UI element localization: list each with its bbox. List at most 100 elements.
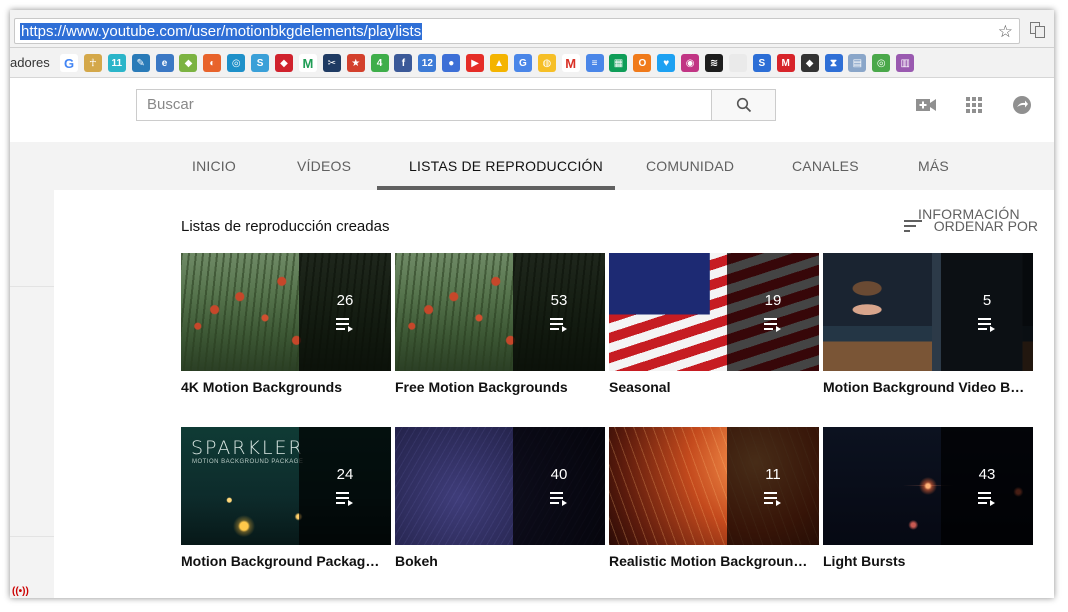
printer-icon[interactable]: ▤ (848, 54, 867, 72)
sort-icon (903, 220, 922, 232)
hourglass-icon[interactable]: ⧗ (824, 54, 843, 72)
playlist-card[interactable]: 19 Seasonal (609, 253, 819, 395)
orange-app-icon[interactable]: ◐ (203, 54, 222, 72)
playlist-queue-icon (550, 318, 567, 332)
thumbnail-subtitle-text: MOTION BACKGROUND PACKAGE (192, 459, 304, 465)
url-text[interactable]: https://www.youtube.com/user/motionbkgde… (20, 23, 423, 40)
playlist-title[interactable]: Realistic Motion Backgroun… (609, 553, 814, 569)
extensions-icon[interactable] (1030, 22, 1046, 38)
spotify-icon[interactable]: ≋ (705, 54, 724, 72)
bookmark-star-icon[interactable]: ☆ (998, 22, 1013, 42)
playlist-title[interactable]: 4K Motion Backgrounds (181, 379, 386, 395)
video-count: 40 (550, 466, 568, 483)
playlist-title[interactable]: Light Bursts (823, 553, 1028, 569)
bookmarks-label[interactable]: adores (10, 55, 50, 70)
playlist-card[interactable]: 11 Realistic Motion Backgroun… (609, 427, 819, 569)
facebook-icon[interactable]: f (394, 54, 413, 72)
gmail-icon[interactable]: M (561, 54, 580, 72)
active-tab-indicator (377, 186, 615, 190)
playlist-thumbnail[interactable]: 11 (609, 427, 819, 545)
playlist-card[interactable]: 43 Light Bursts (823, 427, 1033, 569)
blue-s-icon[interactable]: S (752, 54, 771, 72)
translate-icon[interactable]: G (513, 54, 532, 72)
teal-app-icon[interactable]: 11 (107, 54, 126, 72)
red-m-icon[interactable]: M (776, 54, 795, 72)
blue-draw-icon[interactable]: ✎ (131, 54, 150, 72)
playlist-queue-icon (550, 492, 567, 506)
upload-video-button[interactable] (914, 94, 938, 116)
m-green-icon[interactable]: M (298, 54, 317, 72)
google-icon[interactable]: G (60, 54, 78, 72)
playlist-thumbnail[interactable]: 40 (395, 427, 605, 545)
section-title: Listas de reproducción creadas (181, 218, 390, 235)
tab-comunidad[interactable]: COMUNIDAD (646, 142, 734, 190)
video-count: 11 (765, 466, 781, 483)
tab-inicio[interactable]: INICIO (192, 142, 236, 190)
bookmarks-bar: adores G ☥ 11 ✎ e ◆ ◐ ◎ S ◆ M ✂ ★ 4 f 12 ● ▶ ▲ G ◍ M ≡ ▦ O ♥ ◉ ≋ SM… (10, 48, 1054, 78)
tab-videos[interactable]: VÍDEOS (297, 142, 351, 190)
video-count: 19 (764, 292, 782, 309)
drive-icon[interactable]: ▲ (490, 54, 509, 72)
sort-label: ORDENAR POR (933, 218, 1038, 234)
youtube-icon[interactable]: ▶ (466, 54, 485, 72)
playlist-thumbnail[interactable]: 43 (823, 427, 1033, 545)
sort-button[interactable]: ORDENAR POR (903, 218, 1038, 234)
instagram-icon[interactable]: ◉ (681, 54, 700, 72)
rail-divider (10, 536, 54, 537)
calendar-icon[interactable]: 12 (418, 54, 437, 72)
playlist-thumbnail[interactable]: 5 (823, 253, 1033, 371)
blank-page-icon[interactable] (728, 54, 747, 72)
playlist-card[interactable]: 26 4K Motion Backgrounds (181, 253, 391, 395)
playlist-count-overlay: 40 (513, 427, 605, 545)
live-broadcast-icon[interactable]: ((•)) (12, 586, 29, 597)
keep-icon[interactable]: ◍ (537, 54, 556, 72)
thumbnail-title-text: SPARKLER (191, 437, 304, 459)
search-input[interactable]: Buscar (136, 89, 712, 121)
guide-rail: ((•)) (10, 142, 54, 598)
messages-button[interactable] (1010, 94, 1034, 116)
playlist-count-overlay: 26 (299, 253, 391, 371)
playlist-title[interactable]: Motion Background Packag… (181, 553, 386, 569)
search-button[interactable] (711, 89, 776, 121)
android-icon[interactable]: ◆ (179, 54, 198, 72)
figure-icon[interactable]: ☥ (83, 54, 102, 72)
playlist-count-overlay: 5 (941, 253, 1033, 371)
playlist-thumbnail[interactable]: 53 (395, 253, 605, 371)
red-shape-icon[interactable]: ◆ (275, 54, 294, 72)
playlist-card[interactable]: 40 Bokeh (395, 427, 605, 569)
sheets-icon[interactable]: ▦ (609, 54, 628, 72)
playlist-card[interactable]: 5 Motion Background Video B… (823, 253, 1033, 395)
swirl-icon[interactable]: S (251, 54, 270, 72)
address-bar[interactable]: https://www.youtube.com/user/motionbkgde… (14, 18, 1020, 44)
playlist-queue-icon (336, 492, 353, 506)
docs-icon[interactable]: ≡ (585, 54, 604, 72)
playlist-queue-icon (978, 492, 995, 506)
tab-playlists[interactable]: LISTAS DE REPRODUCCIÓN (409, 142, 603, 190)
green-ring-icon[interactable]: ◎ (872, 54, 891, 72)
red-square-icon[interactable]: ★ (346, 54, 365, 72)
twitter-icon[interactable]: ♥ (657, 54, 676, 72)
ring-icon[interactable]: ◎ (227, 54, 246, 72)
playlist-title[interactable]: Bokeh (395, 553, 600, 569)
blue-circle-icon[interactable]: e (155, 54, 174, 72)
playlist-thumbnail[interactable]: 19 (609, 253, 819, 371)
search-bar: Buscar (136, 89, 776, 121)
green-four-icon[interactable]: 4 (370, 54, 389, 72)
tab-canales[interactable]: CANALES (792, 142, 859, 190)
purple-icon[interactable]: ▥ (896, 54, 915, 72)
scissors-icon[interactable]: ✂ (322, 54, 341, 72)
playlist-count-overlay: 53 (513, 253, 605, 371)
orange-o-icon[interactable]: O (633, 54, 652, 72)
playlist-title[interactable]: Motion Background Video B… (823, 379, 1028, 395)
tab-mas-informacion[interactable]: MÁS INFORMACIÓN (918, 142, 1054, 222)
apps-button[interactable] (962, 94, 986, 116)
playlist-thumbnail[interactable]: 26 (181, 253, 391, 371)
playlist-title[interactable]: Seasonal (609, 379, 814, 395)
contacts-icon[interactable]: ● (442, 54, 461, 72)
playlist-queue-icon (764, 318, 781, 332)
playlist-title[interactable]: Free Motion Backgrounds (395, 379, 600, 395)
mask-icon[interactable]: ◆ (800, 54, 819, 72)
playlist-card[interactable]: SPARKLER MOTION BACKGROUND PACKAGE 24 Motio… (181, 427, 391, 569)
playlist-thumbnail[interactable]: SPARKLER MOTION BACKGROUND PACKAGE 24 (181, 427, 391, 545)
playlist-card[interactable]: 53 Free Motion Backgrounds (395, 253, 605, 395)
